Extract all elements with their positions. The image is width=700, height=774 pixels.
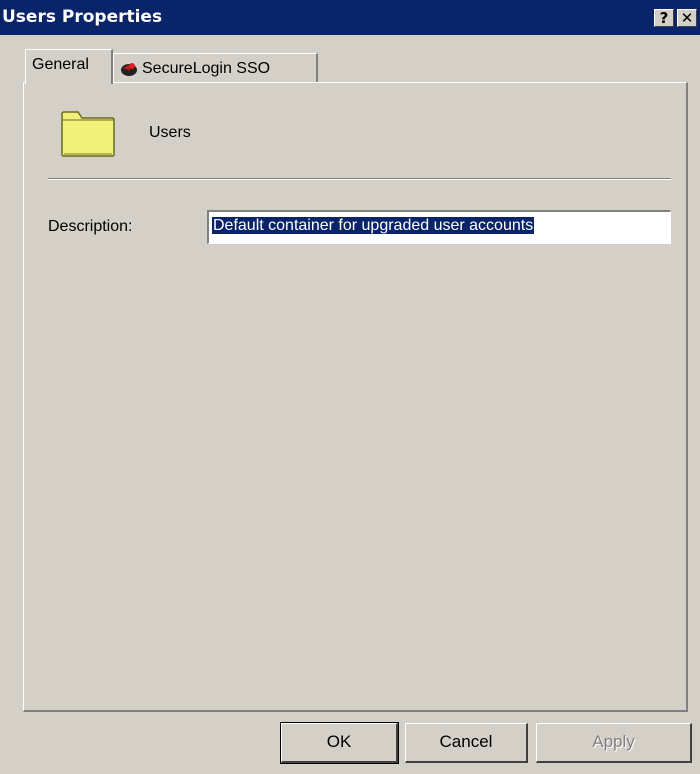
apply-button[interactable]: Apply — [536, 723, 692, 763]
title-bar[interactable]: Users Properties ? ✕ — [0, 0, 700, 35]
ok-button[interactable]: OK — [280, 722, 399, 764]
folder-icon — [61, 111, 115, 157]
window-title: Users Properties — [2, 7, 163, 27]
object-name: Users — [149, 124, 191, 141]
tab-general[interactable]: General — [25, 49, 113, 84]
tab-securelogin-sso[interactable]: SecureLogin SSO — [113, 53, 318, 85]
general-tab-panel — [23, 82, 688, 712]
close-button[interactable]: ✕ — [677, 9, 697, 27]
help-button[interactable]: ? — [654, 9, 674, 27]
tab-label: General — [32, 56, 89, 73]
description-value: Default container for upgraded user acco… — [210, 216, 536, 235]
securelogin-icon — [121, 63, 137, 76]
description-field[interactable]: Default container for upgraded user acco… — [207, 210, 671, 244]
description-label: Description: — [48, 218, 133, 235]
tab-label: SecureLogin SSO — [142, 60, 271, 77]
cancel-button[interactable]: Cancel — [405, 723, 528, 763]
separator — [48, 178, 671, 180]
